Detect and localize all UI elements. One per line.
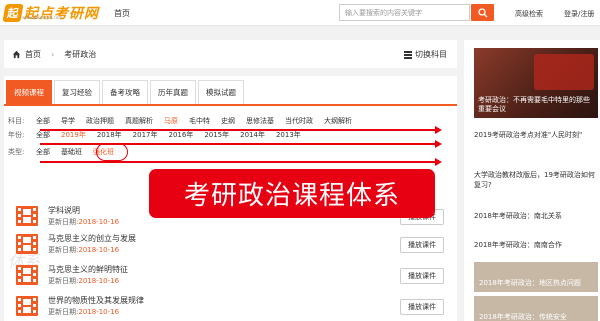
year-option[interactable]: 2018年 bbox=[97, 130, 122, 140]
thumb-caption: 2018年考研政治：地区热点问题 bbox=[479, 279, 581, 287]
sidebar-thumb-item[interactable]: 2018年考研政治：地区热点问题 bbox=[474, 262, 598, 292]
logo-subtitle: www.qdkaoyan.com bbox=[22, 15, 63, 20]
list-item: 世界的物质性及其发展规律 更新日期:2018-10-16 播放课件 bbox=[16, 294, 446, 320]
breadcrumb-home[interactable]: 首页 bbox=[25, 49, 41, 60]
year-option-selected[interactable]: 2019年 bbox=[61, 130, 86, 140]
type-filter-label: 类型: bbox=[8, 148, 25, 156]
year-option[interactable]: 2016年 bbox=[168, 130, 193, 140]
nav-home-link[interactable]: 首页 bbox=[114, 8, 130, 19]
sidebar: 考研政治：不再需要毛中特里的那些重要会议 2019考研政治考点对准"人民时刻" … bbox=[464, 40, 600, 321]
course-date: 更新日期:2018-10-16 bbox=[48, 217, 119, 227]
annotation-circle bbox=[96, 143, 128, 161]
annotation-arrow-head-icon bbox=[435, 158, 442, 166]
subject-option[interactable]: 导学 bbox=[61, 116, 75, 126]
subject-option[interactable]: 政治押题 bbox=[86, 116, 114, 126]
year-option[interactable]: 2017年 bbox=[133, 130, 158, 140]
tab-past-papers[interactable]: 历年真题 bbox=[150, 80, 196, 104]
course-title[interactable]: 马克思主义的鲜明特征 bbox=[48, 264, 128, 275]
search-button[interactable] bbox=[471, 4, 494, 21]
year-option[interactable]: 全部 bbox=[36, 130, 50, 140]
type-option[interactable]: 全部 bbox=[36, 147, 50, 157]
course-date-value: 2018-10-16 bbox=[78, 218, 120, 226]
year-option[interactable]: 2013年 bbox=[276, 130, 301, 140]
subject-filter-row: 科目: 全部 导学 政治押题 真题解析 马原 毛中特 史纲 思修法基 当代时政 … bbox=[8, 116, 363, 126]
advanced-search-link[interactable]: 高级检索 bbox=[515, 9, 543, 19]
list-icon bbox=[404, 50, 412, 59]
course-date-label: 更新日期: bbox=[48, 218, 79, 226]
course-date-value: 2018-10-16 bbox=[78, 308, 120, 316]
course-date: 更新日期:2018-10-16 bbox=[48, 245, 119, 255]
play-course-button[interactable]: 播放课件 bbox=[400, 237, 444, 253]
annotation-callout: 考研政治课程体系 bbox=[149, 169, 435, 218]
tab-mock-tests[interactable]: 模拟试题 bbox=[198, 80, 244, 104]
play-course-button[interactable]: 播放课件 bbox=[400, 268, 444, 284]
subject-option[interactable]: 全部 bbox=[36, 116, 50, 126]
thumb-caption: 2018年考研政治：传统安全 bbox=[479, 313, 567, 321]
course-date-label: 更新日期: bbox=[48, 308, 79, 316]
subject-filter-label: 科目: bbox=[8, 117, 25, 125]
course-date-value: 2018-10-16 bbox=[78, 246, 120, 254]
video-course-icon bbox=[16, 265, 38, 285]
switch-subject-label: 切换科目 bbox=[415, 50, 447, 59]
list-item: 马克思主义的创立与发展 更新日期:2018-10-16 播放课件 bbox=[16, 232, 446, 258]
search-input[interactable]: 输入要搜索的内容关键字 bbox=[339, 4, 470, 21]
banner-caption: 考研政治：不再需要毛中特里的那些重要会议 bbox=[478, 96, 590, 113]
course-date-label: 更新日期: bbox=[48, 246, 79, 254]
breadcrumb: 首页 › 考研政治 bbox=[12, 49, 96, 60]
course-date-value: 2018-10-16 bbox=[78, 277, 120, 285]
annotation-arrow-head-icon bbox=[435, 126, 442, 134]
home-icon bbox=[12, 50, 21, 59]
subject-option-selected[interactable]: 马原 bbox=[164, 116, 178, 126]
banner-image bbox=[534, 54, 594, 90]
course-date: 更新日期:2018-10-16 bbox=[48, 276, 119, 286]
annotation-arrow-line bbox=[40, 129, 435, 131]
play-course-button[interactable]: 播放课件 bbox=[400, 299, 444, 315]
sidebar-news-item[interactable]: 2018年考研政治：南南合作 bbox=[474, 240, 598, 250]
type-option[interactable]: 基础班 bbox=[61, 147, 82, 157]
year-filter-row: 年份: 全部 2019年 2018年 2017年 2016年 2015年 201… bbox=[8, 130, 312, 140]
tab-video-courses[interactable]: 视频课程 bbox=[6, 80, 52, 104]
course-date-label: 更新日期: bbox=[48, 277, 79, 285]
video-course-icon bbox=[16, 206, 38, 226]
subject-option[interactable]: 真题解析 bbox=[125, 116, 153, 126]
course-date: 更新日期:2018-10-16 bbox=[48, 307, 119, 317]
tab-review-experience[interactable]: 复习经验 bbox=[54, 80, 100, 104]
switch-subject-button[interactable]: 切换科目 bbox=[404, 49, 447, 60]
tab-exam-strategy[interactable]: 备考攻略 bbox=[102, 80, 148, 104]
breadcrumb-separator: › bbox=[51, 50, 55, 59]
course-title[interactable]: 学科说明 bbox=[48, 205, 80, 216]
video-course-icon bbox=[16, 234, 38, 254]
top-header: 起 起点考研网 www.qdkaoyan.com 首页 输入要搜索的内容关键字 … bbox=[0, 0, 600, 26]
sidebar-news-item[interactable]: 2019考研政治考点对准"人民时刻" bbox=[474, 130, 598, 140]
subject-option[interactable]: 毛中特 bbox=[189, 116, 210, 126]
breadcrumb-current: 考研政治 bbox=[64, 50, 97, 59]
video-course-icon bbox=[16, 296, 38, 316]
annotation-arrow-head-icon bbox=[435, 140, 442, 148]
subject-option[interactable]: 史纲 bbox=[221, 116, 235, 126]
category-tabs: 视频课程 复习经验 备考攻略 历年真题 模拟试题 bbox=[4, 76, 457, 106]
course-title[interactable]: 世界的物质性及其发展规律 bbox=[48, 295, 144, 306]
subject-option[interactable]: 大纲解析 bbox=[324, 116, 352, 126]
subject-option[interactable]: 思修法基 bbox=[246, 116, 274, 126]
logo-mark-icon: 起 bbox=[2, 4, 24, 22]
subject-option[interactable]: 当代时政 bbox=[285, 116, 313, 126]
list-item: 马克思主义的鲜明特征 更新日期:2018-10-16 播放课件 bbox=[16, 263, 446, 289]
course-title[interactable]: 马克思主义的创立与发展 bbox=[48, 233, 136, 244]
sidebar-banner[interactable]: 考研政治：不再需要毛中特里的那些重要会议 bbox=[474, 48, 598, 118]
site-logo[interactable]: 起 起点考研网 bbox=[2, 3, 99, 23]
search-icon bbox=[477, 7, 487, 17]
sidebar-thumb-item[interactable]: 2018年考研政治：传统安全 bbox=[474, 296, 598, 321]
login-register-link[interactable]: 登录/注册 bbox=[564, 9, 594, 19]
year-filter-label: 年份: bbox=[8, 131, 25, 139]
sidebar-news-item[interactable]: 2018年考研政治：南北关系 bbox=[474, 211, 598, 221]
sidebar-news-item[interactable]: 大学政治教材改版后，19考研政治如何复习? bbox=[474, 170, 598, 190]
annotation-arrow-line bbox=[40, 161, 435, 163]
year-option[interactable]: 2015年 bbox=[204, 130, 229, 140]
logo-text: 起点考研网 bbox=[24, 6, 99, 22]
year-option[interactable]: 2014年 bbox=[240, 130, 265, 140]
breadcrumb-bar: 首页 › 考研政治 切换科目 bbox=[4, 40, 457, 68]
